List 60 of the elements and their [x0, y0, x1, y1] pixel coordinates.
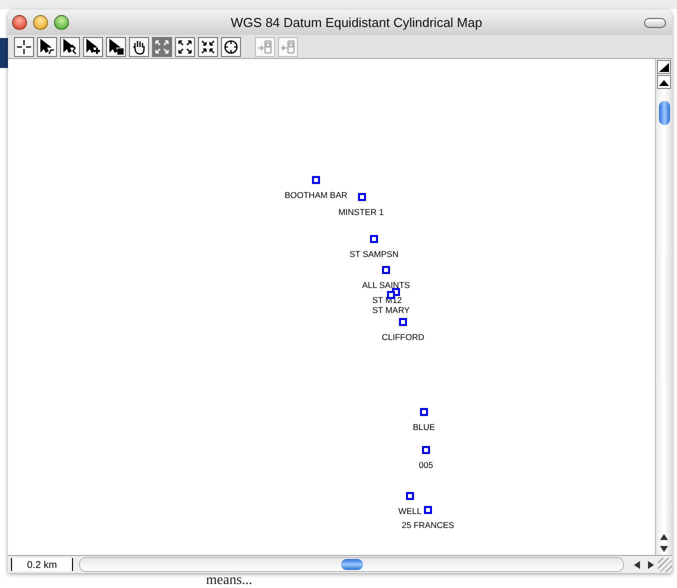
horizontal-scrollbar[interactable]	[79, 557, 624, 572]
arrows-icon	[177, 38, 193, 54]
scroll-thumb[interactable]	[658, 101, 670, 125]
waypoint-label: BOOTHAM BAR	[284, 190, 348, 200]
scroll-up-icon[interactable]	[660, 533, 668, 541]
select-tool-button[interactable]	[106, 36, 126, 56]
waypoint-label: ALL SAINTS	[362, 280, 410, 290]
waypoint-marker[interactable]	[312, 176, 320, 184]
waypoint-marker[interactable]	[424, 506, 432, 514]
expand-tool-button[interactable]	[175, 36, 195, 56]
waypoint-marker[interactable]	[370, 235, 378, 243]
pointer-icon	[108, 38, 124, 54]
crosshair-icon	[16, 38, 32, 54]
toolbar-toggle-button[interactable]	[644, 18, 666, 28]
waypoint-label: ST SAMPSN	[350, 249, 398, 259]
scroll-right-icon[interactable]	[647, 560, 655, 568]
window-title: WGS 84 Datum Equidistant Cylindrical Map	[230, 15, 484, 30]
fit-tool-button[interactable]	[152, 36, 172, 56]
waypoint-marker[interactable]	[406, 492, 414, 500]
scale-label: 0.2 km	[26, 560, 57, 571]
minimize-button[interactable]	[33, 15, 48, 30]
waypoint-marker[interactable]	[382, 266, 390, 274]
crosshair-tool-button[interactable]	[14, 36, 34, 56]
arrows-icon	[200, 38, 216, 54]
zoom-in-icon[interactable]	[657, 60, 671, 74]
pointer-icon	[85, 38, 101, 54]
zoom-out-icon[interactable]	[657, 75, 671, 89]
scroll-left-icon[interactable]	[633, 560, 641, 568]
hand-icon	[131, 38, 147, 54]
waypoint-marker[interactable]	[420, 408, 428, 416]
waypoint-marker[interactable]	[387, 291, 395, 299]
waypoint-label: CLIFFORD	[382, 332, 424, 342]
pointer-icon	[39, 38, 55, 54]
background-text: means...	[206, 574, 252, 588]
pointer-icon	[62, 38, 78, 54]
waypoint-marker[interactable]	[399, 318, 407, 326]
waypoint-label: 25 FRANCES	[402, 520, 454, 530]
hand-tool-button[interactable]	[129, 36, 149, 56]
add-tool-button[interactable]	[83, 36, 103, 56]
device-arrow-icon	[257, 38, 273, 54]
route-tool-button[interactable]	[37, 36, 57, 56]
waypoint-label: WELL	[398, 506, 422, 516]
close-button[interactable]	[12, 15, 27, 30]
scroll-thumb[interactable]	[340, 559, 362, 570]
waypoint-marker[interactable]	[422, 446, 430, 454]
waypoint-label: MINSTER 1	[338, 207, 384, 217]
device-arrow-icon	[280, 38, 296, 54]
zoom-button[interactable]	[54, 15, 69, 30]
waypoint-label: 005	[418, 460, 434, 470]
scroll-down-icon[interactable]	[660, 545, 668, 553]
waypoint-label: ST MARY	[372, 305, 410, 315]
arrows-icon	[154, 38, 170, 54]
resize-grip-icon[interactable]	[658, 558, 672, 572]
vertical-scrollbar[interactable]	[655, 59, 672, 555]
waypoint-marker[interactable]	[358, 193, 366, 201]
crosshair-circle-icon	[223, 38, 239, 54]
waypoint-label: BLUE	[412, 422, 436, 432]
track-tool-button[interactable]	[60, 36, 80, 56]
target-tool-button[interactable]	[221, 36, 241, 56]
shrink-tool-button[interactable]	[198, 36, 218, 56]
